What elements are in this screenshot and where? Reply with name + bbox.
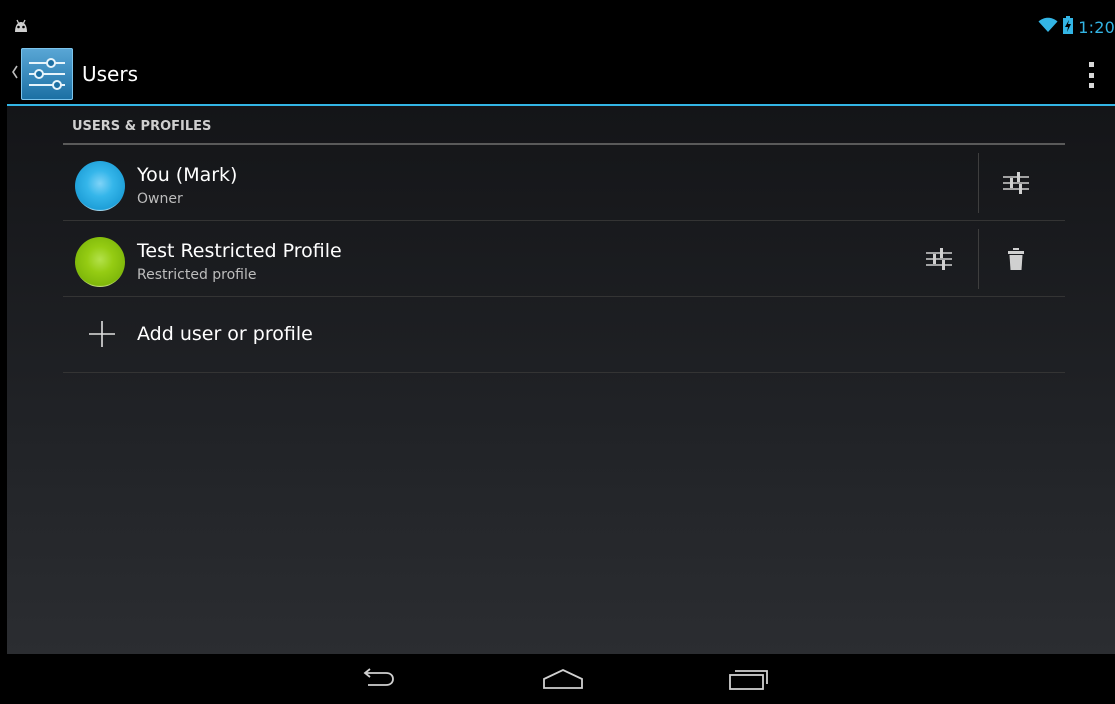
device-screen: 1:20 Users USERS & PROFILES You (Mark) O… — [7, 11, 1115, 704]
user-avatar — [75, 237, 125, 287]
user-row-restricted[interactable]: Test Restricted Profile Restricted profi… — [63, 221, 1065, 297]
section-header-label: USERS & PROFILES — [72, 119, 212, 134]
android-notification-icon — [13, 18, 29, 37]
user-role: Restricted profile — [137, 267, 257, 283]
back-icon[interactable] — [346, 664, 406, 694]
status-bar: 1:20 — [7, 11, 1115, 42]
row-divider — [978, 153, 979, 213]
wifi-icon — [1038, 17, 1058, 37]
page-title: Users — [82, 62, 139, 86]
row-divider — [978, 229, 979, 289]
settings-app-icon[interactable] — [21, 48, 73, 100]
user-name: Test Restricted Profile — [137, 240, 342, 262]
add-user-label: Add user or profile — [137, 323, 313, 345]
overflow-menu-icon[interactable] — [1087, 62, 1095, 88]
battery-charging-icon — [1063, 16, 1074, 38]
settings-sliders-icon[interactable] — [921, 241, 957, 277]
action-bar: Users — [7, 42, 1115, 106]
home-icon[interactable] — [533, 664, 593, 694]
trash-icon[interactable] — [998, 241, 1034, 277]
status-icons: 1:20 — [1038, 16, 1115, 38]
settings-sliders-icon[interactable] — [998, 165, 1034, 201]
recents-icon[interactable] — [719, 664, 779, 694]
user-role: Owner — [137, 191, 183, 207]
add-user-button[interactable]: Add user or profile — [63, 297, 1065, 373]
navigation-bar — [7, 654, 1115, 704]
user-row-owner[interactable]: You (Mark) Owner — [63, 145, 1065, 221]
up-caret-icon[interactable] — [11, 64, 19, 80]
users-list-content: USERS & PROFILES You (Mark) Owner Test R… — [7, 106, 1115, 654]
user-avatar — [75, 161, 125, 211]
status-time: 1:20 — [1078, 17, 1115, 37]
plus-icon — [88, 320, 116, 348]
user-name: You (Mark) — [137, 164, 238, 186]
section-header: USERS & PROFILES — [63, 106, 1065, 145]
